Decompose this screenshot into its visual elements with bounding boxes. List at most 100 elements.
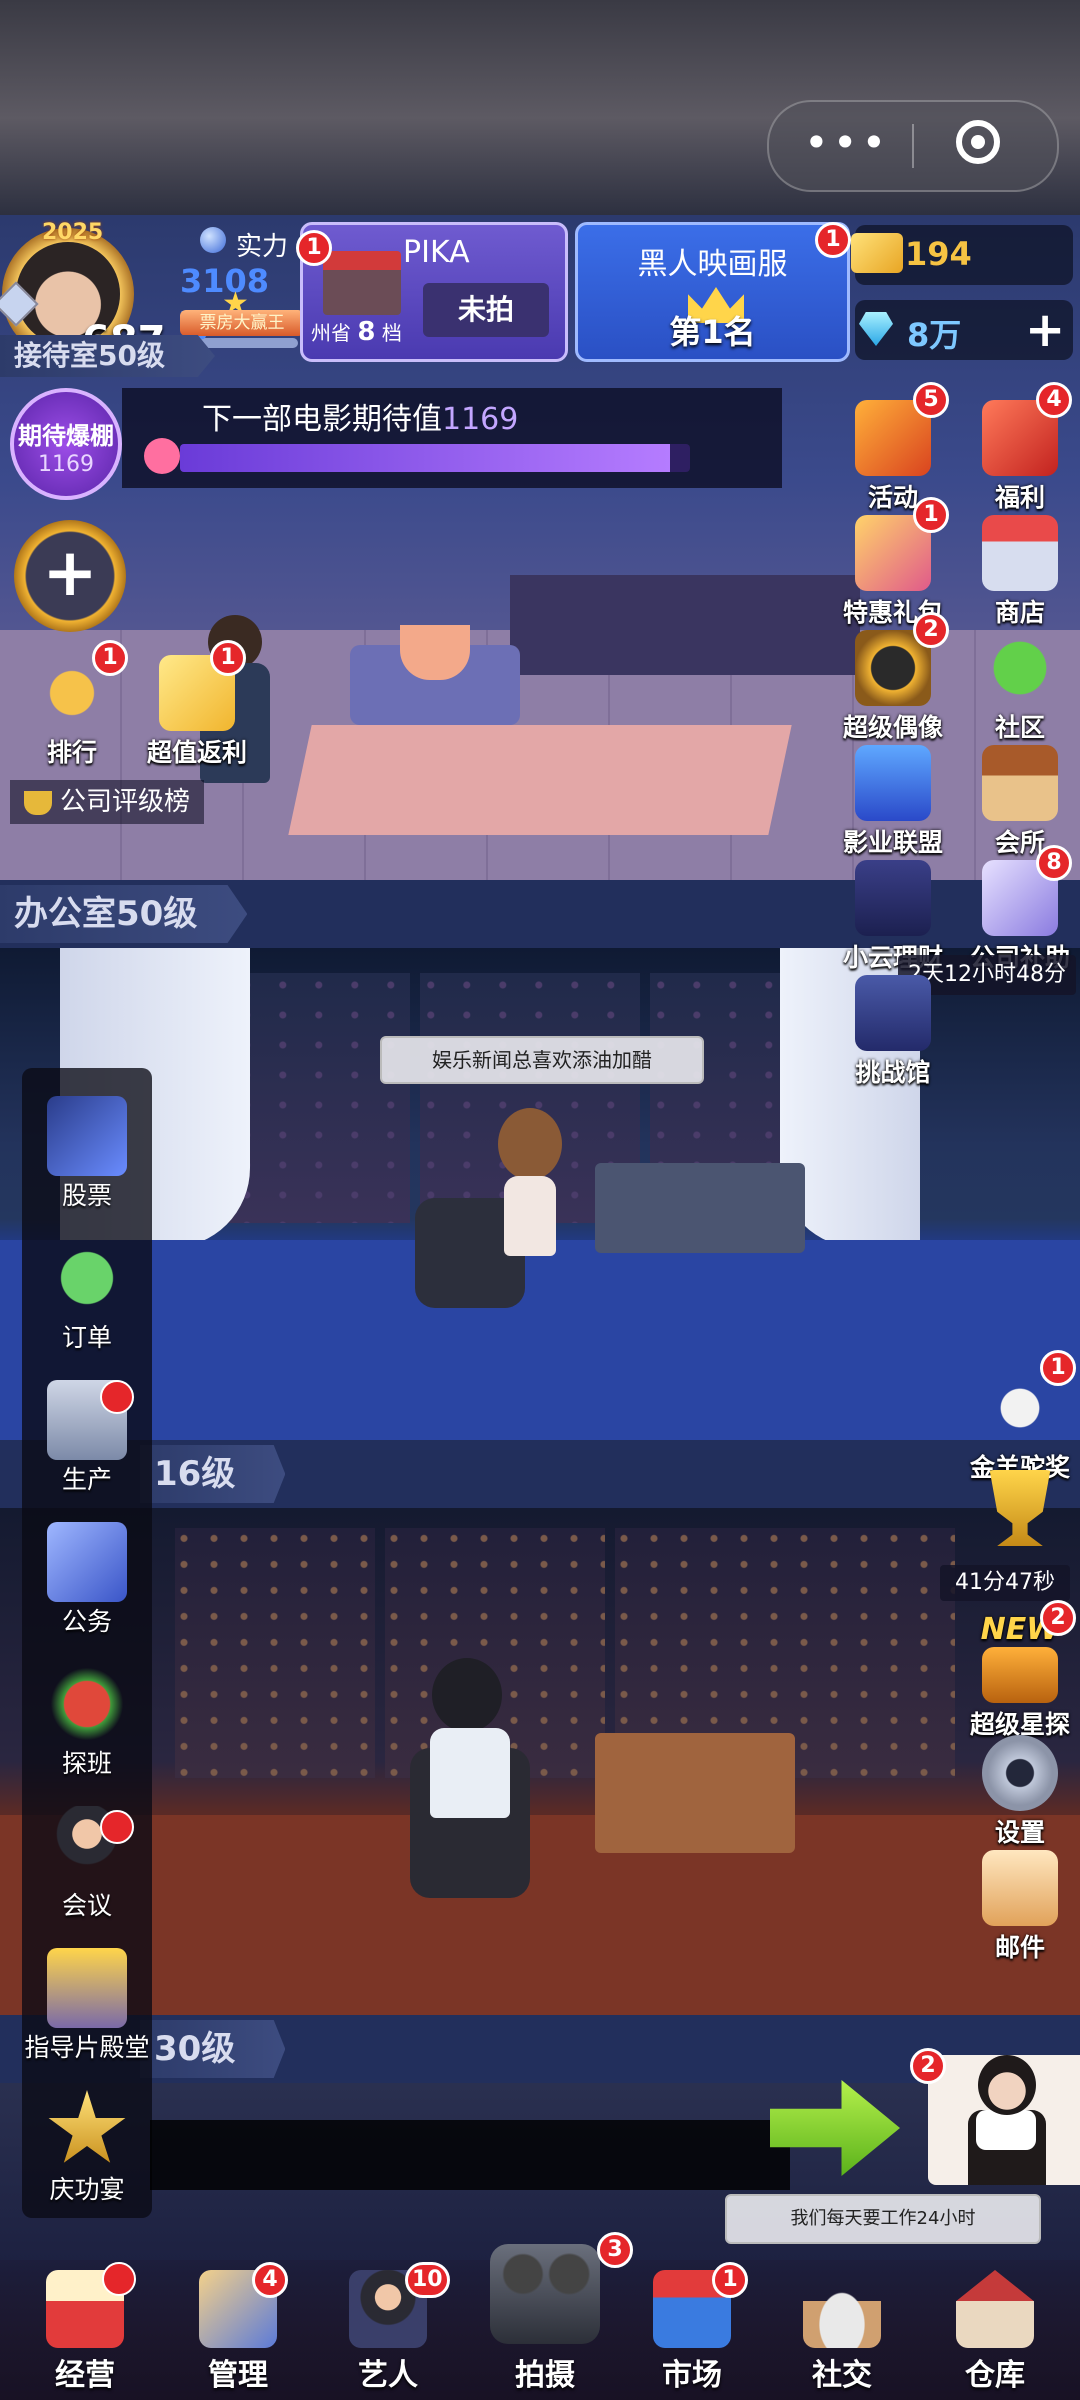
reception-desk <box>510 575 860 675</box>
golden-trophy-icon <box>989 1470 1051 1546</box>
shop-icon <box>982 515 1058 591</box>
company-card[interactable]: PIKA 州省 8 档 未拍 <box>300 222 568 362</box>
more-menu-button[interactable]: ••• <box>804 122 886 164</box>
hostess-guide[interactable] <box>928 2055 1080 2185</box>
sidebar-item-orders[interactable]: 订单 <box>22 1238 152 1354</box>
studio-alliance-button[interactable]: 影业联盟 <box>838 745 948 859</box>
golden-alpaca-award-button[interactable]: 金羊驼奖 <box>965 1370 1075 1484</box>
floor-label-reception: 接待室50级 <box>0 335 215 377</box>
star-icon <box>48 2090 126 2163</box>
office2-desk <box>595 1733 795 1853</box>
power-orb-icon <box>200 227 226 253</box>
club-button[interactable]: 会所 <box>965 745 1075 859</box>
safe-icon <box>855 860 931 936</box>
expectation-circle[interactable]: 期待爆棚 1169 <box>10 388 122 500</box>
shop-button[interactable]: 商店 <box>965 515 1075 629</box>
chat-bubble-icon <box>982 630 1058 706</box>
nav-filming-label: 拍摄 <box>515 2358 575 2393</box>
ranking-position: 第1名 <box>669 313 756 351</box>
gear-icon <box>982 1735 1058 1811</box>
ticket-resource[interactable]: 194 <box>851 225 1073 285</box>
production-alert-dot <box>100 1380 134 1414</box>
challenge-hall-button[interactable]: 挑战馆 <box>838 975 948 1089</box>
company-name: PIKA <box>403 235 470 270</box>
floor-label-office: 办公室50级 <box>0 885 248 943</box>
trophy-button[interactable] <box>965 1470 1075 1546</box>
welfare-badge: 4 <box>1036 382 1072 418</box>
coffee-cup-icon <box>803 2270 881 2348</box>
nav-operate-dot <box>102 2262 136 2296</box>
rebate-button-badge: 1 <box>210 640 246 676</box>
movie-expectation-panel[interactable]: 下一部电影期待值1169 期待爆棚 1169 <box>10 388 782 500</box>
company-rating-list[interactable]: 公司评级榜 <box>10 780 205 824</box>
filming-status-button[interactable]: 未拍 <box>423 283 549 337</box>
sidebar-label-production: 生产 <box>61 1465 112 1494</box>
boss-character[interactable] <box>410 1658 530 1858</box>
ranking-card[interactable]: 黑人映画服 第1名 <box>575 222 850 362</box>
nav-social[interactable]: 社交 <box>772 2260 912 2393</box>
nav-warehouse[interactable]: 仓库 <box>925 2260 1065 2393</box>
company-schedule: 州省 8 档 <box>311 317 402 347</box>
executive-office[interactable] <box>0 1508 1080 2015</box>
rebate-button[interactable]: 超值返利 <box>132 655 262 769</box>
mail-button[interactable]: 邮件 <box>965 1850 1075 1964</box>
nav-warehouse-label: 仓库 <box>965 2358 1025 2393</box>
add-diamond-button[interactable]: + <box>1025 302 1065 358</box>
super-idol-label: 超级偶像 <box>842 713 943 742</box>
sidebar-item-celebration[interactable]: 庆功宴 <box>22 2090 152 2206</box>
sidebar-item-stock[interactable]: 股票 <box>22 1096 152 1212</box>
mini-program-capsule: ••• <box>767 100 1059 192</box>
sidebar-label-visit: 探班 <box>61 1749 112 1778</box>
message-bar <box>150 2120 790 2190</box>
close-target-icon[interactable] <box>956 120 1000 164</box>
ranking-label: 排行 <box>46 738 97 767</box>
left-sidebar: 股票 订单 生产 公务 探班 会议 指导片殿堂 庆功宴 <box>22 1068 152 2218</box>
sidebar-label-director-hall: 指导片殿堂 <box>24 2033 150 2062</box>
work-speech-bubble: 我们每天要工作24小时 <box>725 2194 1041 2244</box>
super-idol-badge: 2 <box>913 612 949 648</box>
sidebar-item-visit[interactable]: 探班 <box>22 1664 152 1780</box>
sidebar-label-business: 公务 <box>61 1607 112 1636</box>
office-desk <box>595 1163 805 1253</box>
nav-social-label: 社交 <box>812 2358 872 2393</box>
hostess-head <box>978 2055 1036 2115</box>
ranking-badge: 1 <box>815 222 851 258</box>
hostess-top <box>976 2110 1036 2150</box>
activity-badge: 5 <box>913 382 949 418</box>
diamond-icon <box>859 312 893 346</box>
power-label: 实力 <box>236 232 289 262</box>
nav-artists-badge: 10 <box>405 2262 450 2298</box>
nav-artists-label: 艺人 <box>358 2358 418 2393</box>
bottom-navigation: 经营 管理 艺人 拍摄 市场 社交 仓库 <box>0 2244 1080 2400</box>
community-button[interactable]: 社区 <box>965 630 1075 744</box>
sidebar-item-business[interactable]: 公务 <box>22 1522 152 1638</box>
diamond-resource[interactable]: 8万 + <box>855 300 1073 360</box>
mail-label: 邮件 <box>994 1933 1045 1962</box>
office2-floor <box>0 1815 1080 2015</box>
add-button[interactable]: + <box>14 520 126 632</box>
secretary-character[interactable] <box>480 1108 580 1318</box>
shop-label: 商店 <box>994 598 1045 627</box>
settings-button[interactable]: 设置 <box>965 1735 1075 1849</box>
challenge-hall-label: 挑战馆 <box>855 1058 931 1087</box>
news-speech-bubble: 娱乐新闻总喜欢添油加醋 <box>380 1036 704 1084</box>
handshake-icon <box>47 1238 127 1318</box>
ranking-title: 黑人映画服 <box>637 247 788 282</box>
expectation-progress-fill <box>180 444 670 472</box>
nav-manage-badge: 4 <box>252 2262 288 2298</box>
office2-window <box>175 1528 375 1778</box>
detective-hat-icon <box>982 1647 1058 1703</box>
reception-rug <box>288 725 792 835</box>
flower-bouquet-icon <box>47 1664 127 1744</box>
expectation-circle-value: 1169 <box>38 452 94 477</box>
sidebar-label-meeting: 会议 <box>61 1891 112 1920</box>
studio-alliance-label: 影业联盟 <box>842 828 943 857</box>
sidebar-item-director-hall[interactable]: 指导片殿堂 <box>22 1948 152 2064</box>
welfare-label: 福利 <box>994 483 1045 512</box>
power-panel[interactable]: 实力 3108万 ★ 票房大赢王 <box>170 222 304 352</box>
super-scout-badge: 2 <box>1040 1600 1076 1636</box>
heart-eyes-icon <box>144 438 180 474</box>
company-building-icon <box>323 251 401 315</box>
nav-filming[interactable]: 拍摄 <box>475 2244 615 2393</box>
subsidy-badge: 8 <box>1036 845 1072 881</box>
